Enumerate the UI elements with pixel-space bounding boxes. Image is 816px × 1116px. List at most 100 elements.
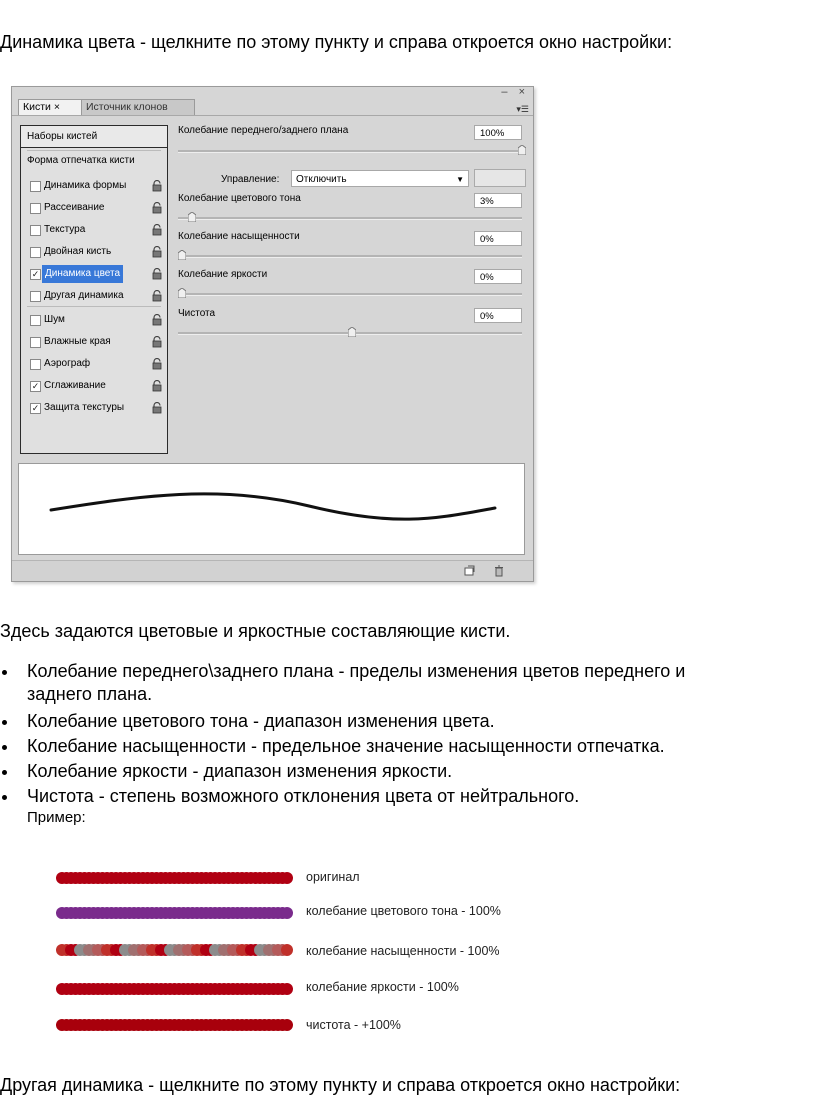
trash-icon[interactable] — [493, 565, 505, 577]
example-caption: колебание яркости - 100% — [306, 980, 459, 994]
control-select-value: Отключить — [296, 174, 347, 185]
brightness-jitter-label: Колебание яркости — [178, 269, 268, 280]
slider-thumb-icon[interactable] — [518, 145, 526, 155]
lock-icon[interactable] — [151, 180, 163, 192]
option-checkbox[interactable] — [30, 315, 41, 326]
option-label: Рассеивание — [44, 202, 105, 213]
example-label: Пример: — [27, 809, 86, 826]
brushes-panel: – × Кисти × Источник клонов ▾☰ Наборы ки… — [11, 86, 534, 582]
option-label: Шум — [44, 314, 65, 325]
brightness-jitter-value[interactable]: 0% — [474, 269, 522, 284]
bullet-icon — [2, 720, 7, 725]
panel-titlebar: – × — [12, 86, 533, 99]
sidebar-option[interactable]: Шум — [21, 311, 167, 329]
sidebar-option[interactable]: ✓ Защита текстуры — [21, 399, 167, 417]
option-label: Другая динамика — [44, 290, 124, 301]
brush-presets-button[interactable]: Наборы кистей — [21, 126, 167, 148]
hue-jitter-value[interactable]: 3% — [474, 193, 522, 208]
option-divider — [27, 150, 161, 151]
option-checkbox[interactable] — [30, 225, 41, 236]
lock-icon[interactable] — [151, 402, 163, 414]
lock-icon[interactable] — [151, 224, 163, 236]
example-caption: оригинал — [306, 870, 360, 884]
option-label: Влажные края — [44, 336, 111, 347]
new-preset-icon[interactable] — [463, 565, 475, 577]
sidebar-option[interactable]: ✓ Динамика цвета — [21, 265, 167, 283]
example-caption: чистота - +100% — [306, 1018, 401, 1032]
example-caption: колебание цветового тона - 100% — [306, 904, 501, 918]
brush-tip-shape-item[interactable]: Форма отпечатка кисти — [27, 155, 135, 166]
option-divider — [27, 306, 161, 307]
lock-icon[interactable] — [151, 314, 163, 326]
lock-icon[interactable] — [151, 268, 163, 280]
slider-thumb-icon[interactable] — [348, 327, 356, 337]
panel-menu-icon[interactable]: ▾☰ — [516, 104, 529, 115]
sidebar-option[interactable]: Влажные края — [21, 333, 167, 351]
option-checkbox[interactable] — [30, 247, 41, 258]
lock-icon[interactable] — [151, 336, 163, 348]
option-checkbox[interactable] — [30, 337, 41, 348]
lock-icon[interactable] — [151, 380, 163, 392]
sidebar-option[interactable]: Двойная кисть — [21, 243, 167, 261]
slider-thumb-icon[interactable] — [178, 288, 186, 298]
sidebar-option[interactable]: Динамика формы — [21, 177, 167, 195]
saturation-jitter-label: Колебание насыщенности — [178, 231, 300, 242]
saturation-jitter-value[interactable]: 0% — [474, 231, 522, 246]
control-select[interactable]: Отключить ▼ — [291, 170, 469, 187]
tab-clone-source[interactable]: Источник клонов — [81, 99, 195, 115]
option-checkbox[interactable]: ✓ — [30, 381, 41, 392]
intro-text: Динамика цвета - щелкните по этому пункт… — [0, 32, 673, 52]
panel-bottom-bar — [12, 560, 533, 581]
option-checkbox[interactable] — [30, 359, 41, 370]
sidebar-option[interactable]: Аэрограф — [21, 355, 167, 373]
stroke-preview-curve — [49, 492, 497, 521]
option-label: Динамика формы — [44, 180, 127, 191]
hue-jitter-slider[interactable] — [178, 217, 522, 220]
brightness-jitter-slider[interactable] — [178, 293, 522, 296]
brush-stroke-brightness — [56, 983, 293, 995]
option-label: Текстура — [44, 224, 86, 235]
option-label: Динамика цвета — [42, 265, 124, 283]
tab-brushes[interactable]: Кисти × — [18, 99, 84, 115]
brush-stroke-saturation — [56, 944, 293, 956]
sidebar-option[interactable]: Текстура — [21, 221, 167, 239]
saturation-jitter-slider[interactable] — [178, 255, 522, 258]
slider-thumb-icon[interactable] — [178, 250, 186, 260]
chevron-down-icon: ▼ — [456, 175, 464, 184]
outro-text: Другая динамика - щелкните по этому пунк… — [0, 1075, 681, 1095]
brush-stroke-original — [56, 872, 293, 884]
slider-thumb-icon[interactable] — [188, 212, 196, 222]
option-checkbox[interactable] — [30, 291, 41, 302]
option-checkbox[interactable] — [30, 181, 41, 192]
sidebar-option[interactable]: Рассеивание — [21, 199, 167, 217]
lock-icon[interactable] — [151, 202, 163, 214]
purity-value[interactable]: 0% — [474, 308, 522, 323]
fg-bg-jitter-label: Колебание переднего/заднего плана — [178, 125, 349, 136]
brush-stroke-purity — [56, 1019, 293, 1031]
option-checkbox[interactable]: ✓ — [30, 269, 41, 280]
description-text: Здесь задаются цветовые и яркостные сост… — [0, 621, 511, 641]
bullet-icon — [2, 795, 7, 800]
example-caption: колебание насыщенности - 100% — [306, 944, 500, 958]
fg-bg-jitter-slider[interactable] — [178, 150, 522, 153]
lock-icon[interactable] — [151, 246, 163, 258]
bullet-icon — [2, 770, 7, 775]
control-amount-field — [474, 169, 526, 187]
control-label: Управление: — [221, 174, 280, 185]
window-buttons[interactable]: – × — [501, 86, 529, 98]
hue-jitter-label: Колебание цветового тона — [178, 193, 301, 204]
option-label: Аэрограф — [44, 358, 91, 369]
stroke-preview — [18, 463, 525, 555]
option-label: Защита текстуры — [44, 402, 125, 413]
lock-icon[interactable] — [151, 358, 163, 370]
fg-bg-jitter-value[interactable]: 100% — [474, 125, 522, 140]
lock-icon[interactable] — [151, 290, 163, 302]
options-sidebar: Наборы кистей Форма отпечатка кисти Дина… — [20, 125, 168, 454]
sidebar-option[interactable]: ✓ Сглаживание — [21, 377, 167, 395]
option-label: Двойная кисть — [44, 246, 112, 257]
settings-area: Колебание переднего/заднего плана 100% У… — [178, 123, 528, 353]
option-label: Сглаживание — [44, 380, 106, 391]
sidebar-option[interactable]: Другая динамика — [21, 287, 167, 305]
option-checkbox[interactable] — [30, 203, 41, 214]
option-checkbox[interactable]: ✓ — [30, 403, 41, 414]
